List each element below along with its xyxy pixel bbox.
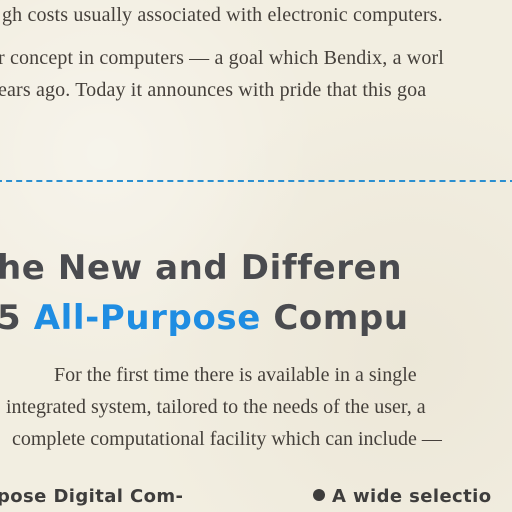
headline-computer: Compu (260, 298, 409, 338)
top-paragraph-line-2: r concept in computers — a goal which Be… (0, 47, 445, 69)
intro-line-1: For the first time there is available in… (54, 364, 417, 386)
dashed-divider (0, 180, 512, 182)
headline-all-purpose: All-Purpose (33, 298, 261, 338)
top-paragraph-line-3: ears ago. Today it announces with pride … (0, 79, 427, 101)
headline-line-2: 5 All-Purpose Compu (0, 298, 409, 338)
bullet-right: A wide selectio (313, 486, 491, 507)
top-paragraph-line-1: gh costs usually associated with electro… (2, 4, 443, 26)
headline-line-1: he New and Differen (0, 248, 403, 288)
bullet-left: pose Digital Com- (0, 486, 184, 507)
bullet-dot-icon (313, 489, 325, 501)
bullet-right-text: A wide selectio (332, 486, 492, 507)
intro-line-3: complete computational facility which ca… (12, 428, 442, 450)
document-page: gh costs usually associated with electro… (0, 0, 512, 512)
headline-prefix: 5 (0, 298, 34, 338)
intro-line-2: integrated system, tailored to the needs… (6, 396, 426, 418)
